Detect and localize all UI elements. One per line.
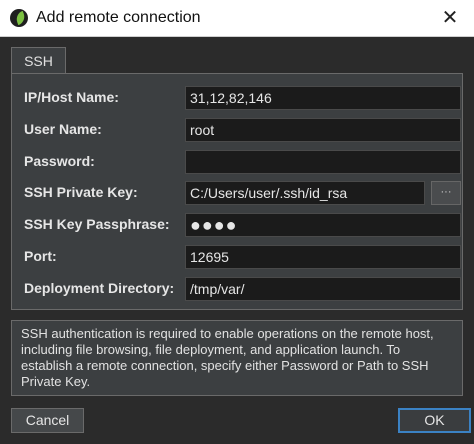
ip-host-input[interactable]: 31,12,82,146 — [185, 86, 461, 110]
password-input[interactable] — [185, 150, 461, 174]
port-label: Port: — [24, 248, 57, 264]
private-key-row: SSH Private Key: C:/Users/user/.ssh/id_r… — [12, 179, 464, 207]
tab-ssh[interactable]: SSH — [11, 47, 66, 74]
passphrase-input[interactable]: ●●●● — [185, 213, 461, 237]
port-row: Port: 12695 — [12, 243, 464, 271]
ssh-settings-panel: IP/Host Name: 31,12,82,146 User Name: ro… — [11, 73, 463, 310]
app-leaf-icon — [10, 9, 28, 27]
add-remote-connection-dialog: Add remote connection ✕ SSH IP/Host Name… — [0, 0, 474, 444]
deploy-dir-label: Deployment Directory: — [24, 280, 175, 296]
close-icon[interactable]: ✕ — [438, 7, 462, 29]
cancel-button[interactable]: Cancel — [11, 408, 84, 433]
passphrase-row: SSH Key Passphrase: ●●●● — [12, 211, 464, 239]
browse-key-button[interactable]: ··· — [431, 181, 461, 205]
password-row: Password: — [12, 148, 464, 176]
leaf-shape — [14, 10, 27, 26]
ip-host-label: IP/Host Name: — [24, 89, 119, 105]
user-name-row: User Name: root — [12, 116, 464, 144]
user-name-input[interactable]: root — [185, 118, 461, 142]
password-label: Password: — [24, 153, 95, 169]
title-bar: Add remote connection ✕ — [0, 0, 474, 37]
port-input[interactable]: 12695 — [185, 245, 461, 269]
deploy-dir-input[interactable]: /tmp/var/ — [185, 277, 461, 301]
passphrase-label: SSH Key Passphrase: — [24, 216, 170, 232]
private-key-input[interactable]: C:/Users/user/.ssh/id_rsa — [185, 181, 425, 205]
private-key-label: SSH Private Key: — [24, 184, 138, 200]
user-name-label: User Name: — [24, 121, 102, 137]
deploy-dir-row: Deployment Directory: /tmp/var/ — [12, 275, 464, 303]
ip-host-row: IP/Host Name: 31,12,82,146 — [12, 84, 464, 112]
info-message: SSH authentication is required to enable… — [11, 320, 463, 396]
window-title: Add remote connection — [36, 9, 201, 26]
ok-button[interactable]: OK — [398, 408, 471, 433]
